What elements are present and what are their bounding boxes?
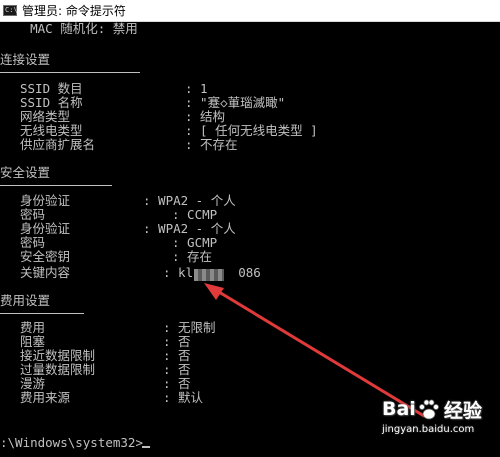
baidu-jingyan-watermark: Bai 经验 jingyan.baidu.com bbox=[382, 394, 500, 444]
baidu-paw-icon bbox=[418, 399, 439, 420]
watermark-brand-suffix: 经验 bbox=[443, 399, 482, 422]
watermark-logo: Bai 经验 bbox=[382, 394, 482, 424]
red-annotation-arrow bbox=[204, 283, 426, 418]
watermark-url: jingyan.baidu.com bbox=[382, 424, 475, 435]
watermark-brand: Bai bbox=[382, 398, 416, 420]
